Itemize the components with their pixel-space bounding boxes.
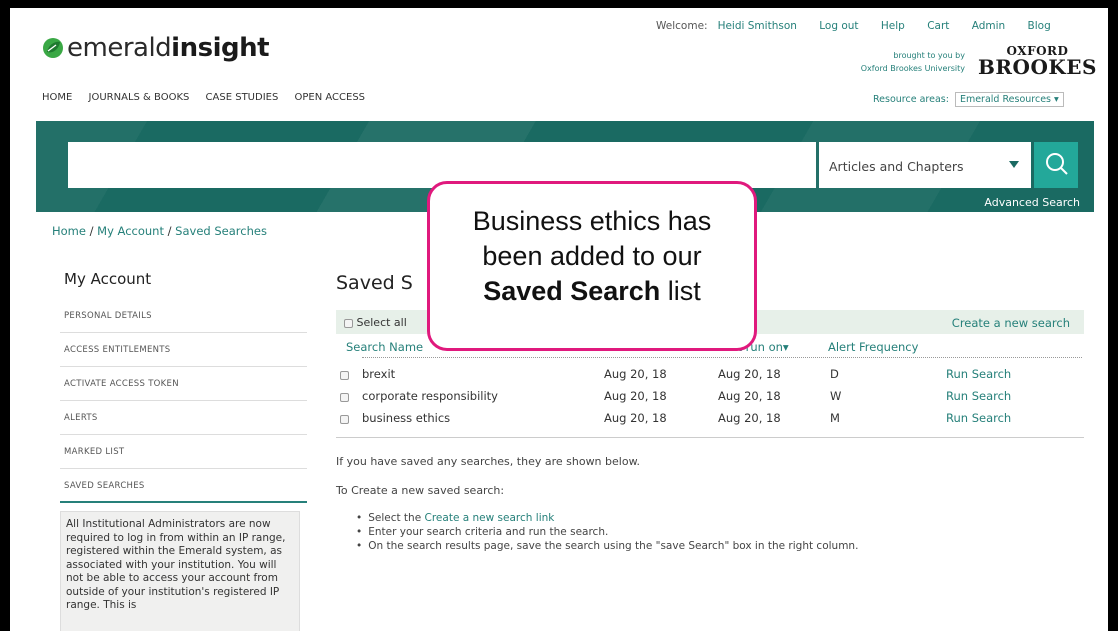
breadcrumb-account[interactable]: My Account (97, 224, 164, 238)
run-search-link[interactable]: Run Search (946, 411, 1011, 425)
logo-text-insight: insight (171, 33, 270, 63)
cart-link[interactable]: Cart (927, 20, 949, 32)
row-saved-on: Aug 20, 18 (604, 389, 667, 403)
instructions-heading: To Create a new saved search: (336, 484, 505, 497)
table-row: brexit Aug 20, 18 Aug 20, 18 D Run Searc… (340, 367, 1100, 387)
help-link[interactable]: Help (881, 20, 905, 32)
oxford-brookes-logo: OXFORD BROOKES (978, 45, 1097, 77)
row-search-name: corporate responsibility (362, 389, 498, 403)
callout-bold: Saved Search (483, 276, 661, 306)
leaf-icon (43, 38, 63, 58)
row-saved-on: Aug 20, 18 (604, 367, 667, 381)
create-new-search-link[interactable]: Create a new search (952, 316, 1070, 330)
logout-link[interactable]: Log out (819, 20, 858, 32)
row-search-name: brexit (362, 367, 396, 381)
admin-notice: All Institutional Administrators are now… (60, 511, 300, 631)
callout-line-3: Saved Search list (430, 274, 754, 309)
select-all-label: Select all (356, 316, 407, 329)
welcome-label: Welcome: (656, 20, 708, 32)
row-last-run: Aug 20, 18 (718, 367, 781, 381)
select-all[interactable]: Select all (344, 316, 407, 329)
sidebar-item-marked-list[interactable]: MARKED LIST (60, 435, 307, 469)
col-search-name[interactable]: Search Name (346, 340, 423, 354)
col-alert-frequency[interactable]: Alert Frequency (828, 340, 918, 354)
callout-annotation: Business ethics has been added to our Sa… (427, 181, 757, 351)
header-divider (362, 357, 1082, 358)
row-saved-on: Aug 20, 18 (604, 411, 667, 425)
row-last-run: Aug 20, 18 (718, 411, 781, 425)
info-text: If you have saved any searches, they are… (336, 455, 641, 468)
institution-name: Oxford Brookes University (860, 64, 965, 73)
breadcrumb-sep: / (163, 224, 176, 238)
row-alert-frequency: W (830, 389, 842, 403)
nav-case-studies[interactable]: CASE STUDIES (206, 92, 279, 103)
table-row: corporate responsibility Aug 20, 18 Aug … (340, 389, 1100, 409)
resource-label: Resource areas: (873, 94, 949, 105)
row-alert-frequency: M (830, 411, 840, 425)
select-all-checkbox[interactable] (344, 318, 353, 328)
breadcrumb-home[interactable]: Home (52, 224, 86, 238)
nav-journals-books[interactable]: JOURNALS & BOOKS (89, 92, 190, 103)
breadcrumb-current: Saved Searches (175, 224, 267, 238)
table-row: business ethics Aug 20, 18 Aug 20, 18 M … (340, 411, 1100, 431)
admin-link[interactable]: Admin (972, 20, 1005, 32)
row-checkbox[interactable] (340, 368, 349, 382)
row-search-name: business ethics (362, 411, 451, 425)
brought-to-you: brought to you by Oxford Brookes Univers… (825, 49, 965, 75)
search-scope-value: Articles and Chapters (829, 159, 964, 174)
nav-home[interactable]: HOME (42, 92, 72, 103)
logo-text-emerald: emerald (67, 33, 172, 63)
sidebar-item-alerts[interactable]: ALERTS (60, 401, 307, 435)
emerald-logo[interactable]: emeraldinsight (42, 33, 270, 63)
breadcrumb: Home / My Account / Saved Searches (52, 224, 267, 238)
instructions-list: Select the Create a new search link Ente… (356, 511, 858, 553)
sidebar-menu: PERSONAL DETAILS ACCESS ENTITLEMENTS ACT… (60, 299, 307, 503)
resource-selected: Emerald Resources (959, 94, 1051, 105)
blog-link[interactable]: Blog (1028, 20, 1051, 32)
table-divider (336, 437, 1084, 438)
row-alert-frequency: D (830, 367, 839, 381)
resource-select[interactable]: Emerald Resources ▾ (954, 92, 1064, 107)
row-last-run: Aug 20, 18 (718, 389, 781, 403)
sidebar-item-personal-details[interactable]: PERSONAL DETAILS (60, 299, 307, 333)
main-nav: HOME JOURNALS & BOOKS CASE STUDIES OPEN … (42, 92, 378, 103)
advanced-search-link[interactable]: Advanced Search (984, 196, 1080, 209)
top-nav: Welcome: Heidi Smithson Log out Help Cart… (656, 20, 1051, 32)
sidebar-item-activate-access-token[interactable]: ACTIVATE ACCESS TOKEN (60, 367, 307, 401)
brought-label: brought to you by (893, 51, 965, 60)
list-item: Select the Create a new search link (356, 511, 858, 525)
caret-down-icon (1009, 161, 1019, 168)
run-search-link[interactable]: Run Search (946, 367, 1011, 381)
resource-areas: Resource areas: Emerald Resources ▾ (873, 92, 1064, 107)
row-checkbox[interactable] (340, 390, 349, 404)
search-icon (1046, 153, 1068, 175)
page-title: Saved S (336, 272, 413, 294)
nav-open-access[interactable]: OPEN ACCESS (295, 92, 366, 103)
run-search-link[interactable]: Run Search (946, 389, 1011, 403)
breadcrumb-sep: / (85, 224, 98, 238)
sidebar-item-access-entitlements[interactable]: ACCESS ENTITLEMENTS (60, 333, 307, 367)
sidebar-item-saved-searches[interactable]: SAVED SEARCHES (60, 469, 307, 503)
logo-brookes-text: BROOKES (978, 55, 1097, 79)
callout-tail: list (660, 276, 701, 306)
step-text: Select the (368, 512, 425, 524)
create-new-search-inline-link[interactable]: Create a new search link (425, 512, 555, 524)
sidebar-title: My Account (64, 270, 152, 288)
callout-line-1: Business ethics has (472, 206, 712, 236)
callout-line-2: been added to our (482, 241, 702, 271)
list-item: Enter your search criteria and run the s… (356, 525, 858, 539)
row-checkbox[interactable] (340, 412, 349, 426)
list-item: On the search results page, save the sea… (356, 539, 858, 553)
user-name-link[interactable]: Heidi Smithson (718, 20, 797, 32)
page: Welcome: Heidi Smithson Log out Help Cart… (10, 8, 1108, 631)
search-scope-select[interactable]: Articles and Chapters (819, 142, 1031, 188)
search-button[interactable] (1034, 142, 1078, 188)
